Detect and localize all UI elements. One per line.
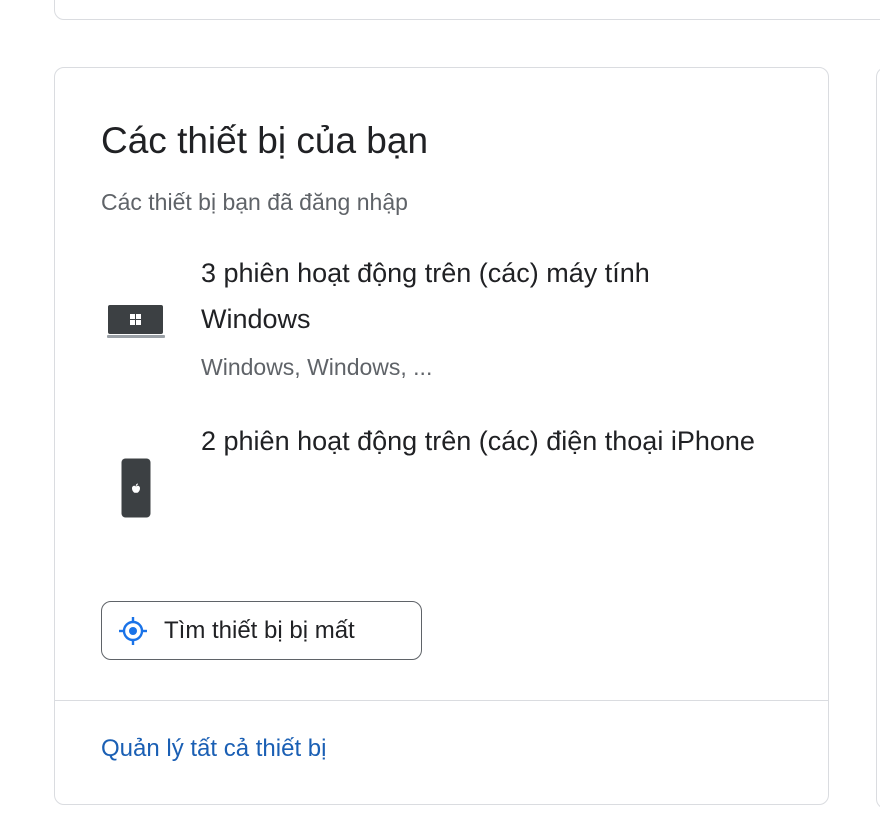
manage-all-devices-link[interactable]: Quản lý tất cả thiết bị (101, 735, 326, 763)
windows-laptop-icon (107, 305, 165, 338)
your-devices-card: Các thiết bị của bạn Các thiết bị bạn đã… (54, 67, 829, 805)
target-icon (119, 616, 147, 645)
device-iphone-title: 2 phiên hoạt động trên (các) điện thoại … (201, 426, 755, 456)
page: Các thiết bị của bạn Các thiết bị bạn đã… (0, 0, 880, 815)
adjacent-card (876, 67, 880, 809)
find-lost-device-button[interactable]: Tìm thiết bị bị mất (101, 601, 422, 660)
find-lost-device-label: Tìm thiết bị bị mất (164, 616, 355, 644)
device-windows-title: 3 phiên hoạt động trên (các) máy tính Wi… (201, 258, 650, 334)
device-iphone-text: 2 phiên hoạt động trên (các) điện thoại … (201, 418, 761, 464)
device-windows-text: 3 phiên hoạt động trên (các) máy tính Wi… (201, 250, 761, 382)
card-subtitle: Các thiết bị bạn đã đăng nhập (101, 189, 408, 215)
device-windows-detail: Windows, Windows, ... (201, 354, 433, 380)
previous-card (54, 0, 880, 20)
card-divider (55, 700, 828, 701)
card-title: Các thiết bị của bạn (101, 120, 429, 161)
iphone-icon (121, 458, 151, 518)
